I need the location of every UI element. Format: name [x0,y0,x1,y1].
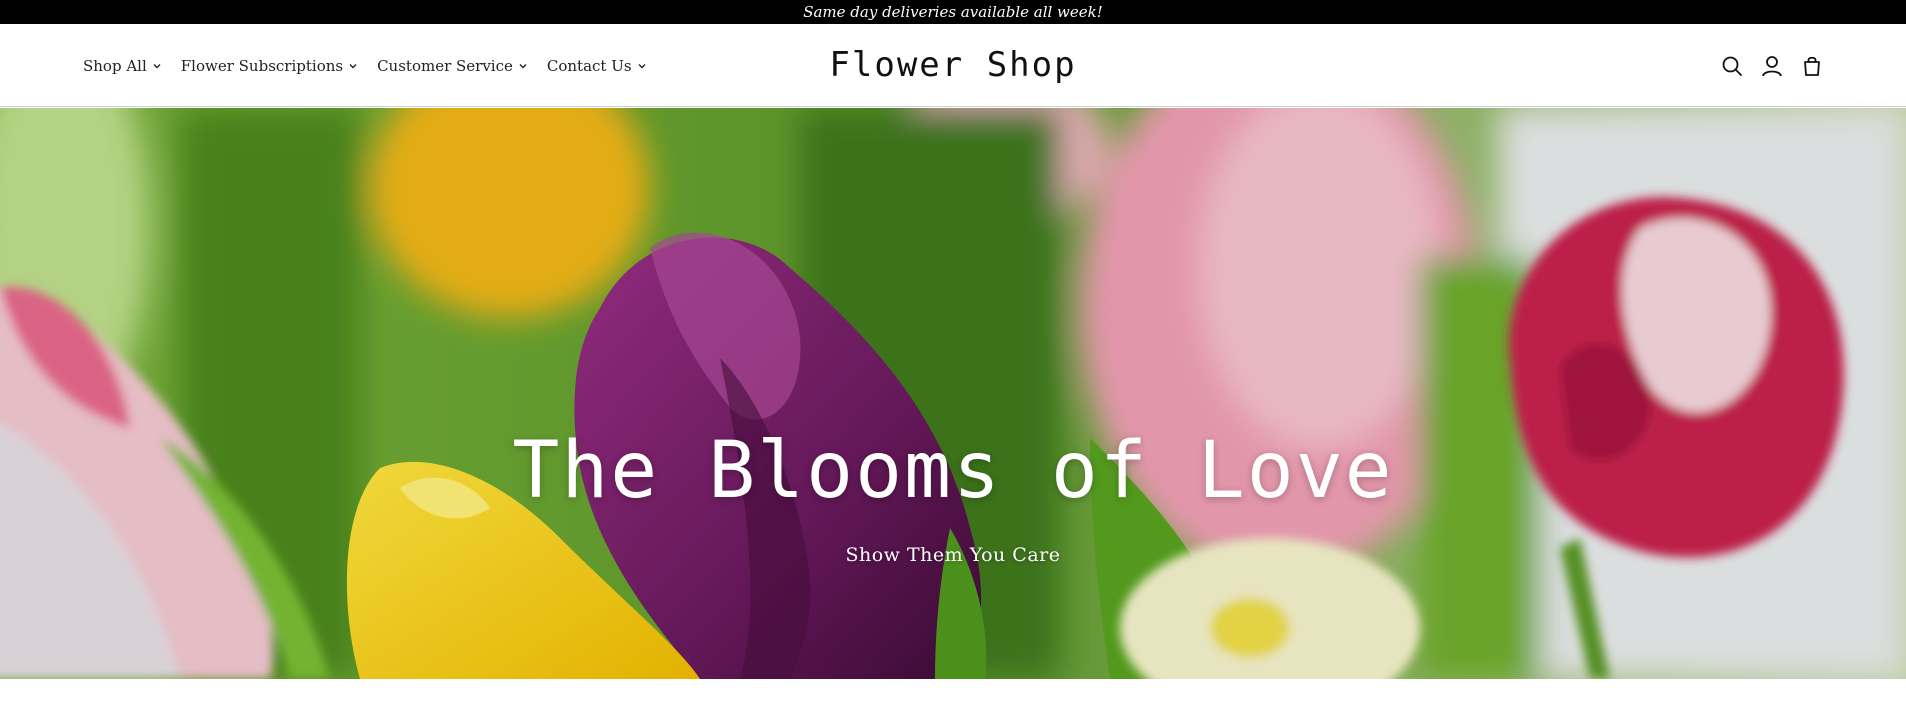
nav-label: Contact Us [546,56,632,75]
account-icon[interactable] [1760,54,1784,78]
nav-label: Customer Service [377,56,513,75]
hero-banner: The Blooms of Love Show Them You Care [0,108,1906,679]
cart-icon[interactable] [1800,54,1824,78]
site-header: Flower Shop Shop All Flower Subscription… [0,24,1906,107]
site-logo[interactable]: Flower Shop [829,45,1076,85]
nav-flower-subscriptions[interactable]: Flower Subscriptions [181,57,359,75]
hero-title: The Blooms of Love [512,426,1394,516]
hero-image [0,108,1906,679]
nav-shop-all[interactable]: Shop All [83,57,163,75]
main-nav: Shop All Flower Subscriptions Customer S… [83,24,648,107]
hero-subtitle[interactable]: Show Them You Care [0,544,1906,566]
chevron-down-icon [519,63,527,68]
chevron-down-icon [349,63,357,68]
nav-label: Flower Subscriptions [180,56,344,75]
chevron-down-icon [153,63,161,68]
nav-contact-us[interactable]: Contact Us [547,57,648,75]
chevron-down-icon [638,63,646,68]
nav-customer-service[interactable]: Customer Service [377,57,529,75]
header-icons [1720,24,1824,107]
nav-label: Shop All [83,56,147,75]
announcement-text: Same day deliveries available all week! [803,3,1103,21]
search-icon[interactable] [1720,54,1744,78]
announcement-bar: Same day deliveries available all week! [0,0,1906,24]
